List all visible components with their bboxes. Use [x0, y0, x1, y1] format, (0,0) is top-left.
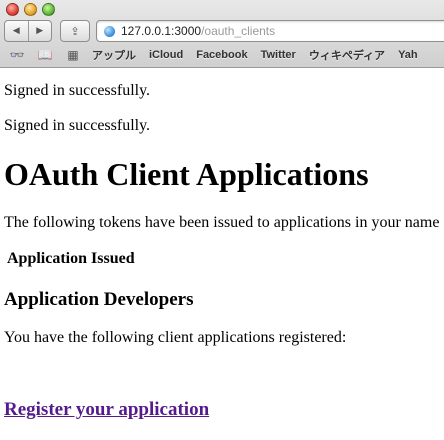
browser-toolbar: ◀ ▶ ⇪ 127.0.0.1:3000/oauth_clients	[0, 19, 444, 43]
zoom-window-button[interactable]	[42, 3, 55, 16]
bookmark-item[interactable]: Twitter	[261, 49, 296, 61]
browser-chrome: ◀ ▶ ⇪ 127.0.0.1:3000/oauth_clients 👓 📖 ▦…	[0, 0, 444, 68]
forward-arrow-icon: ▶	[36, 26, 44, 36]
close-window-button[interactable]	[6, 3, 19, 16]
flash-notice: Signed in successfully.	[4, 117, 151, 134]
top-sites-grid-icon[interactable]: ▦	[62, 48, 84, 62]
flash-notice: Signed in successfully.	[4, 82, 151, 99]
url-host: 127.0.0.1:3000	[121, 24, 202, 38]
history-nav: ◀ ▶	[4, 20, 52, 42]
column-header-issued: Issued	[91, 250, 135, 267]
bookmark-item[interactable]: ウィキペディア	[309, 47, 385, 63]
address-bar[interactable]: 127.0.0.1:3000/oauth_clients	[96, 20, 444, 42]
title-bar	[0, 0, 444, 18]
url-path: /oauth_clients	[201, 24, 276, 38]
globe-icon	[104, 25, 115, 37]
client-apps-note: You have the following client applicatio…	[4, 329, 347, 346]
developers-heading: Application Developers	[4, 289, 194, 310]
share-button[interactable]: ⇪	[60, 20, 90, 42]
bookmark-item[interactable]: iCloud	[149, 49, 183, 61]
bookmarks-book-icon[interactable]: 📖	[34, 48, 56, 62]
reading-list-icon[interactable]: 👓	[6, 48, 28, 62]
bookmark-item[interactable]: Yah	[398, 49, 418, 61]
tokens-table-header: Application Issued	[7, 250, 135, 268]
back-arrow-icon: ◀	[12, 26, 20, 36]
minimize-window-button[interactable]	[24, 3, 37, 16]
tokens-intro-text: The following tokens have been issued to…	[4, 214, 440, 231]
forward-button[interactable]: ▶	[29, 21, 52, 41]
bookmarks-bar: 👓 📖 ▦ アップル iCloud Facebook Twitter ウィキペデ…	[0, 45, 444, 65]
column-header-application: Application	[7, 250, 88, 267]
share-icon: ⇪	[70, 24, 80, 38]
bookmark-item[interactable]: Facebook	[196, 49, 247, 61]
register-application-link[interactable]: Register your application	[4, 399, 209, 421]
page-title: OAuth Client Applications	[4, 156, 369, 192]
back-button[interactable]: ◀	[5, 21, 29, 41]
bookmark-item[interactable]: アップル	[92, 47, 136, 63]
